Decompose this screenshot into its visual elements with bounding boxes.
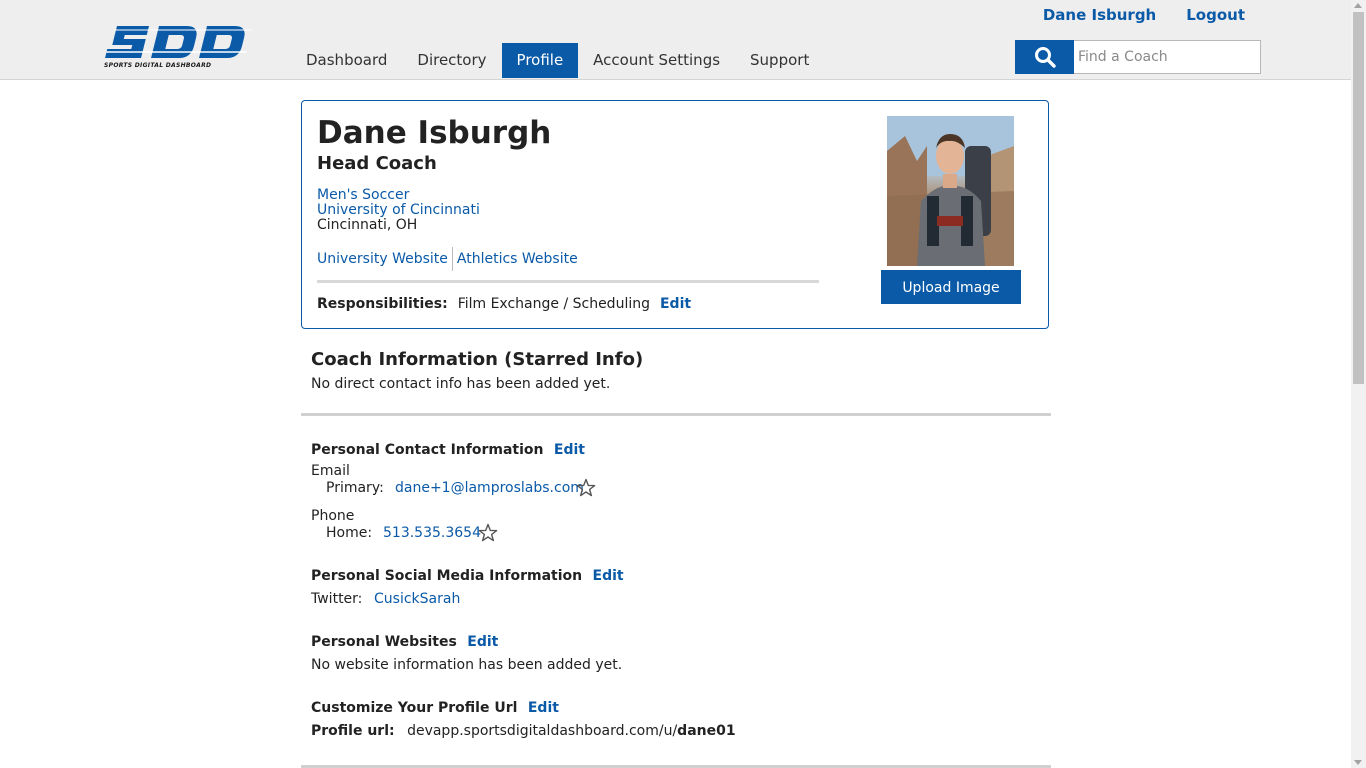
social-heading: Personal Social Media Information bbox=[311, 568, 583, 584]
nav-profile[interactable]: Profile bbox=[501, 43, 579, 78]
email-link[interactable]: dane+1@lamproslabs.com bbox=[395, 480, 584, 496]
scroll-down-arrow-icon[interactable] bbox=[1354, 760, 1362, 765]
university-website-link[interactable]: University Website bbox=[317, 251, 448, 267]
edit-social-link[interactable]: Edit bbox=[593, 568, 624, 584]
coach-info-heading: Coach Information (Starred Info) bbox=[311, 349, 644, 370]
profile-url-base: devapp.sportsdigitaldashboard.com/u/ bbox=[407, 723, 678, 739]
twitter-link[interactable]: CusickSarah bbox=[374, 591, 460, 607]
edit-websites-link[interactable]: Edit bbox=[467, 634, 498, 650]
coach-search bbox=[1015, 40, 1261, 74]
profile-url-row: Profile url: devapp.sportsdigitaldashboa… bbox=[311, 723, 736, 739]
scroll-up-arrow-icon[interactable] bbox=[1354, 3, 1362, 8]
edit-responsibilities-link[interactable]: Edit bbox=[660, 296, 691, 312]
responsibilities: Responsibilities: Film Exchange / Schedu… bbox=[317, 296, 691, 312]
main-nav: Dashboard Directory Profile Account Sett… bbox=[291, 43, 824, 79]
profile-card: Dane Isburgh Head Coach Men's Soccer Uni… bbox=[301, 100, 1049, 329]
profile-url-label: Profile url: bbox=[311, 723, 395, 739]
profile-title: Head Coach bbox=[317, 153, 437, 174]
search-input[interactable] bbox=[1074, 40, 1261, 74]
user-links: Dane Isburgh Logout bbox=[1043, 6, 1245, 24]
responsibilities-value: Film Exchange / Scheduling bbox=[457, 296, 650, 312]
nav-directory[interactable]: Directory bbox=[402, 43, 501, 78]
link-separator bbox=[451, 247, 453, 271]
profile-photo-image bbox=[887, 116, 1014, 266]
nav-dashboard[interactable]: Dashboard bbox=[291, 43, 402, 78]
nav-account-settings[interactable]: Account Settings bbox=[578, 43, 735, 78]
social-section: Personal Social Media Information Edit bbox=[311, 568, 624, 584]
websites-section: Personal Websites Edit bbox=[311, 634, 498, 650]
sdd-logo[interactable]: SPORTS DIGITAL DASHBOARD bbox=[104, 22, 252, 72]
website-links: University Website Athletics Website bbox=[317, 247, 578, 271]
profile-url-slug: dane01 bbox=[677, 723, 736, 739]
nav-support[interactable]: Support bbox=[735, 43, 824, 78]
personal-contact-section: Personal Contact Information Edit bbox=[311, 442, 585, 458]
search-button[interactable] bbox=[1015, 40, 1074, 74]
user-name-link[interactable]: Dane Isburgh bbox=[1043, 6, 1156, 24]
logout-link[interactable]: Logout bbox=[1186, 6, 1245, 24]
websites-empty: No website information has been added ye… bbox=[311, 657, 623, 673]
edit-contact-link[interactable]: Edit bbox=[554, 442, 585, 458]
responsibilities-label: Responsibilities: bbox=[317, 296, 448, 312]
phone-type: Home: bbox=[326, 525, 373, 541]
profile-url-heading: Customize Your Profile Url bbox=[311, 700, 518, 716]
page-scrollbar[interactable] bbox=[1351, 0, 1366, 768]
upload-image-button[interactable]: Upload Image bbox=[881, 270, 1021, 304]
card-divider bbox=[317, 280, 819, 283]
phone-label: Phone bbox=[311, 508, 355, 524]
coach-info-empty: No direct contact info has been added ye… bbox=[311, 376, 611, 392]
profile-url-section: Customize Your Profile Url Edit bbox=[311, 700, 559, 716]
search-icon bbox=[1034, 47, 1056, 68]
personal-contact-heading: Personal Contact Information bbox=[311, 442, 544, 458]
star-icon[interactable] bbox=[576, 478, 596, 498]
edit-profile-url-link[interactable]: Edit bbox=[528, 700, 559, 716]
email-label: Email bbox=[311, 463, 350, 479]
websites-heading: Personal Websites bbox=[311, 634, 457, 650]
profile-city: Cincinnati, OH bbox=[317, 217, 418, 233]
top-bar: SPORTS DIGITAL DASHBOARD Dashboard Direc… bbox=[0, 0, 1351, 80]
profile-photo bbox=[887, 116, 1014, 266]
athletics-website-link[interactable]: Athletics Website bbox=[457, 251, 578, 267]
school-link[interactable]: University of Cincinnati bbox=[317, 202, 480, 218]
scroll-thumb[interactable] bbox=[1353, 12, 1364, 384]
email-type: Primary: bbox=[326, 480, 384, 496]
logo-mark bbox=[105, 26, 252, 58]
sport-link[interactable]: Men's Soccer bbox=[317, 187, 409, 203]
section-divider bbox=[301, 413, 1051, 416]
twitter-label: Twitter: bbox=[311, 591, 363, 607]
profile-name: Dane Isburgh bbox=[317, 115, 552, 151]
star-icon[interactable] bbox=[478, 523, 498, 543]
logo-tagline: SPORTS DIGITAL DASHBOARD bbox=[104, 62, 212, 69]
phone-link[interactable]: 513.535.3654 bbox=[383, 525, 481, 541]
